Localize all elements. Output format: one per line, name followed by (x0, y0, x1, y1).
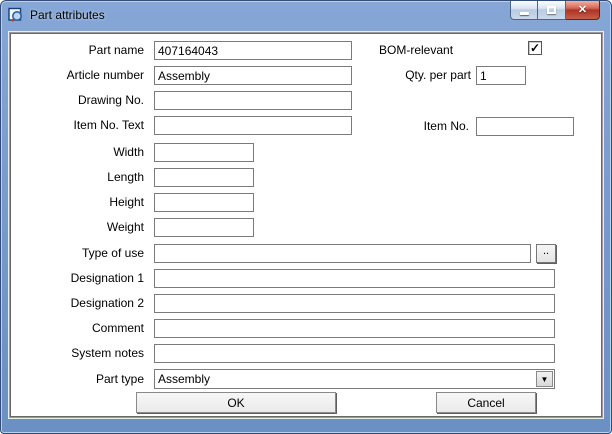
minimize-button[interactable] (510, 1, 538, 20)
part-attributes-window: Part attributes ✕ Part name Article numb… (0, 0, 612, 434)
titlebar[interactable]: Part attributes ✕ (1, 1, 611, 29)
close-button[interactable]: ✕ (566, 1, 600, 20)
width-input[interactable] (154, 143, 254, 162)
chevron-down-icon[interactable]: ▼ (536, 371, 553, 387)
titlebar-buttons: ✕ (510, 1, 600, 20)
type-of-use-browse-button[interactable]: .. (536, 244, 556, 263)
window-title: Part attributes (30, 8, 105, 22)
designation-1-label: Designation 1 (11, 272, 144, 285)
width-label: Width (11, 146, 144, 159)
length-input[interactable] (154, 168, 254, 187)
height-label: Height (11, 196, 144, 209)
bom-relevant-label: BOM-relevant (379, 44, 453, 57)
item-no-text-input[interactable] (154, 116, 352, 135)
cancel-button[interactable]: Cancel (436, 392, 536, 413)
weight-input[interactable] (154, 218, 254, 237)
dialog-body: Part name Article number Drawing No. Ite… (10, 33, 602, 417)
window-icon (8, 7, 24, 23)
type-of-use-input[interactable] (154, 244, 531, 263)
part-name-label: Part name (11, 44, 144, 57)
part-type-dropdown[interactable]: Assembly ▼ (154, 369, 555, 389)
maximize-button[interactable] (538, 1, 566, 20)
minimize-icon (520, 12, 529, 15)
drawing-no-label: Drawing No. (11, 94, 144, 107)
comment-label: Comment (11, 322, 144, 335)
qty-per-part-input[interactable] (476, 66, 526, 85)
system-notes-input[interactable] (154, 344, 555, 363)
designation-2-input[interactable] (154, 294, 555, 313)
article-number-label: Article number (11, 69, 144, 82)
part-name-input[interactable] (154, 41, 352, 60)
maximize-icon (547, 6, 556, 14)
drawing-no-input[interactable] (154, 91, 352, 110)
item-no-label: Item No. (331, 120, 469, 133)
designation-1-input[interactable] (154, 269, 555, 288)
system-notes-label: System notes (11, 347, 144, 360)
bom-relevant-checkbox[interactable]: ✓ (528, 41, 542, 55)
article-number-input[interactable] (154, 66, 352, 85)
checkmark-icon: ✓ (530, 42, 540, 54)
item-no-input[interactable] (476, 117, 574, 136)
weight-label: Weight (11, 221, 144, 234)
part-type-value: Assembly (155, 372, 536, 386)
ok-button[interactable]: OK (136, 392, 336, 413)
item-no-text-label: Item No. Text (11, 119, 144, 132)
length-label: Length (11, 171, 144, 184)
part-type-label: Part type (11, 373, 144, 386)
close-icon: ✕ (578, 5, 587, 16)
type-of-use-label: Type of use (11, 247, 144, 260)
designation-2-label: Designation 2 (11, 297, 144, 310)
dialog-frame: Part name Article number Drawing No. Ite… (8, 31, 604, 419)
qty-per-part-label: Qty. per part (331, 69, 471, 82)
comment-input[interactable] (154, 319, 555, 338)
height-input[interactable] (154, 193, 254, 212)
